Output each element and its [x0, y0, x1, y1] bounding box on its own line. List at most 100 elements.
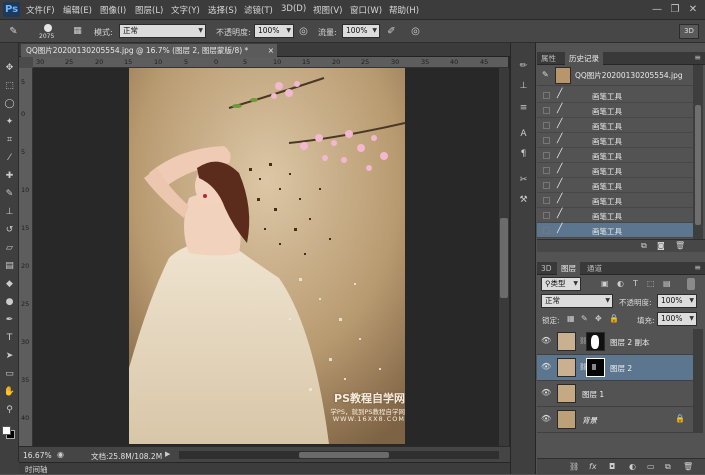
hand-tool-icon[interactable]: ✋ — [2, 385, 17, 400]
brush-tool-icon[interactable]: ✎ — [2, 187, 17, 202]
layer-row[interactable]: 👁 图层 1 — [537, 381, 693, 407]
close-icon[interactable]: ✕ — [686, 3, 700, 16]
history-scrollbar[interactable] — [693, 65, 703, 239]
menu-help[interactable]: 帮助(H) — [389, 4, 419, 16]
trash-icon[interactable]: 🗑 — [675, 241, 685, 250]
tab-properties[interactable]: 属性 — [537, 52, 560, 65]
brush-preset-picker[interactable]: 2075 — [38, 23, 60, 40]
filter-smart-object-icon[interactable]: ▤ — [663, 279, 671, 288]
shape-tool-icon[interactable]: ▭ — [2, 367, 17, 382]
mask-icon[interactable]: ◘ — [609, 462, 615, 471]
eyedropper-tool-icon[interactable]: ⁄ — [2, 151, 17, 166]
horizontal-scrollbar-thumb[interactable] — [299, 452, 389, 458]
history-item[interactable]: ╱ 画笔工具 — [537, 118, 693, 133]
zoom-level[interactable]: 16.67% — [23, 451, 52, 460]
menu-view[interactable]: 视图(V) — [313, 4, 342, 16]
magic-wand-tool-icon[interactable]: ✦ — [2, 115, 17, 130]
lock-all-icon[interactable]: 🔒 — [609, 314, 619, 323]
menu-3d[interactable]: 3D(D) — [281, 4, 306, 14]
opacity-input[interactable]: 100% ▼ — [254, 24, 294, 38]
brush-panel-icon[interactable]: ⚒ — [516, 193, 531, 208]
layer-row-selected[interactable]: 👁 ⛓ 图层 2 — [537, 355, 693, 381]
pressure-size-icon[interactable]: ◎ — [408, 24, 423, 39]
character-icon[interactable]: A — [516, 127, 531, 142]
group-icon[interactable]: ▭ — [647, 462, 655, 471]
lasso-tool-icon[interactable]: ◯ — [2, 97, 17, 112]
status-info-icon[interactable]: ◉ — [57, 450, 64, 459]
tab-channels[interactable]: 通道 — [583, 262, 606, 275]
move-tool-icon[interactable]: ✥ — [2, 61, 17, 76]
layer-row[interactable]: 👁 背景 🔒 — [537, 407, 693, 433]
brush-panel-icon[interactable]: ▦ — [70, 24, 85, 39]
brush-preset-icon[interactable]: ✏ — [516, 59, 531, 74]
foreground-color-swatch[interactable] — [2, 426, 11, 435]
history-item[interactable]: ╱ 画笔工具 — [537, 178, 693, 193]
tab-3d[interactable]: 3D — [537, 262, 556, 275]
blur-tool-icon[interactable]: ◆ — [2, 277, 17, 292]
mode-select[interactable]: 正常 ▼ — [119, 24, 206, 38]
marquee-tool-icon[interactable]: ⬚ — [2, 79, 17, 94]
clone-stamp-tool-icon[interactable]: ⊥ — [2, 205, 17, 220]
pen-tool-icon[interactable]: ✒ — [2, 313, 17, 328]
canvas-image[interactable]: PS教程自学网 学PS，就到PS教程自学网 WWW.16XX8.COM — [129, 68, 405, 444]
vertical-scrollbar[interactable] — [499, 68, 509, 446]
lock-position-icon[interactable]: ✥ — [595, 314, 602, 323]
flow-input[interactable]: 100% ▼ — [342, 24, 380, 38]
tab-history[interactable]: 历史记录 — [565, 52, 603, 65]
menu-image[interactable]: 图像(I) — [100, 4, 126, 16]
history-item[interactable]: ╱ 画笔工具 — [537, 208, 693, 223]
pressure-opacity-icon[interactable]: ◎ — [296, 24, 311, 39]
history-scrollbar-thumb[interactable] — [695, 105, 701, 225]
layer-opacity-input[interactable]: 100% ▼ — [657, 294, 697, 308]
scrollbar-thumb[interactable] — [500, 218, 508, 298]
type-tool-icon[interactable]: T — [2, 331, 17, 346]
filter-pixel-icon[interactable]: ▣ — [601, 279, 609, 288]
filter-shape-icon[interactable]: ⬚ — [647, 279, 655, 288]
menu-select[interactable]: 选择(S) — [208, 4, 237, 16]
dodge-tool-icon[interactable]: ● — [2, 295, 17, 310]
tool-presets-icon[interactable]: ✂ — [516, 173, 531, 188]
status-menu-arrow-icon[interactable]: ▶ — [165, 450, 170, 458]
history-item[interactable]: ╱ 画笔工具 — [537, 88, 693, 103]
airbrush-icon[interactable]: ✐ — [384, 24, 399, 39]
visibility-eye-icon[interactable]: 👁 — [541, 336, 551, 345]
layer-name[interactable]: 图层 2 — [610, 363, 632, 374]
adjustment-icon[interactable]: ◐ — [629, 462, 636, 471]
link-icon[interactable]: ⛓ — [569, 462, 579, 471]
new-layer-icon[interactable]: ⧉ — [665, 462, 671, 472]
menu-file[interactable]: 文件(F) — [26, 4, 55, 16]
menu-layer[interactable]: 图层(L) — [135, 4, 163, 16]
lock-transparent-icon[interactable]: ▦ — [567, 314, 575, 323]
vertical-ruler[interactable]: 5 0 5 10 15 20 25 30 35 40 — [19, 68, 33, 446]
panel-menu-icon[interactable]: ≡ — [694, 53, 701, 62]
eraser-tool-icon[interactable]: ▱ — [2, 241, 17, 256]
blend-mode-select[interactable]: 正常 ▼ — [541, 294, 613, 308]
trash-icon[interactable]: 🗑 — [683, 462, 693, 471]
layer-mask-thumbnail[interactable] — [586, 358, 605, 377]
fill-input[interactable]: 100% ▼ — [657, 312, 697, 326]
document-tab[interactable]: QQ图片20200130205554.jpg @ 16.7% (图层 2, 图层… — [21, 44, 277, 57]
layers-scrollbar[interactable] — [693, 329, 703, 433]
healing-brush-tool-icon[interactable]: ✚ — [2, 169, 17, 184]
visibility-eye-icon[interactable]: 👁 — [541, 414, 551, 423]
tab-layers[interactable]: 图层 — [557, 262, 580, 275]
3d-workspace-button[interactable]: 3D — [679, 24, 699, 39]
visibility-eye-icon[interactable]: 👁 — [541, 388, 551, 397]
history-item[interactable]: ╱ 画笔工具 — [537, 103, 693, 118]
menu-window[interactable]: 窗口(W) — [350, 4, 382, 16]
brush-tool-icon[interactable]: ✎ — [6, 24, 21, 39]
layer-filter-select[interactable]: ⚲类型 ▼ — [541, 277, 581, 291]
paragraph-icon[interactable]: ≡ — [516, 101, 531, 116]
panel-menu-icon[interactable]: ≡ — [694, 263, 701, 272]
visibility-eye-icon[interactable]: 👁 — [541, 362, 551, 371]
crop-tool-icon[interactable]: ⌗ — [2, 133, 17, 148]
history-item[interactable]: ╱ 画笔工具 — [537, 133, 693, 148]
history-item-selected[interactable]: ╱ 画笔工具 — [537, 223, 693, 238]
layer-name[interactable]: 图层 2 副本 — [610, 337, 650, 348]
history-item[interactable]: ╱ 画笔工具 — [537, 193, 693, 208]
menu-type[interactable]: 文字(Y) — [171, 4, 200, 16]
zoom-tool-icon[interactable]: ⚲ — [2, 403, 17, 418]
menu-filter[interactable]: 滤镜(T) — [244, 4, 273, 16]
minimize-icon[interactable]: — — [650, 3, 664, 16]
fx-icon[interactable]: fx — [589, 462, 597, 471]
